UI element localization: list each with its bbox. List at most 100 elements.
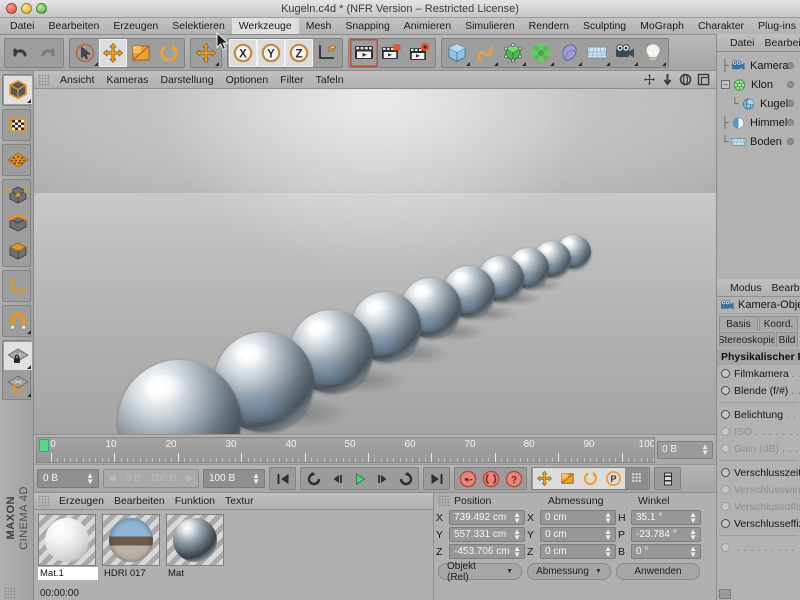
step-forward-button[interactable] xyxy=(371,468,394,489)
checkbox-belichtung[interactable] xyxy=(721,410,730,419)
property-filmkamera[interactable]: Filmkamera . . . . . . . xyxy=(717,365,800,382)
menu-mograph[interactable]: MoGraph xyxy=(633,18,691,34)
object-visibility-dot[interactable] xyxy=(787,81,794,88)
lock-workplane-button[interactable] xyxy=(4,342,32,370)
object-visibility-dot[interactable] xyxy=(787,138,794,145)
checkbox-blende[interactable] xyxy=(721,386,730,395)
material-name[interactable]: Mat xyxy=(166,567,226,580)
object-row-kugel[interactable]: └ Kugel xyxy=(717,94,800,113)
camera-button[interactable] xyxy=(611,39,639,67)
object-visibility-dot[interactable] xyxy=(787,100,794,107)
lock-y-axis-button[interactable]: Y xyxy=(257,38,285,67)
rotation-key-button[interactable] xyxy=(579,468,602,489)
scale-tool-button[interactable] xyxy=(127,39,155,67)
hypernurbs-button[interactable] xyxy=(499,39,527,67)
position-key-button[interactable] xyxy=(533,468,556,489)
keyframe-selection-button[interactable]: ? xyxy=(502,468,525,489)
menu-simulieren[interactable]: Simulieren xyxy=(458,18,522,34)
viewport-menu-filter[interactable]: Filter xyxy=(274,71,309,88)
object-row-klon[interactable]: − Klon xyxy=(717,75,800,94)
objmgr-menu-bearbeiten[interactable]: Bearbeiten xyxy=(760,37,800,49)
object-row-himmel[interactable]: ├ Himmel xyxy=(717,113,800,132)
stepper-icon[interactable]: ▲ ▼ xyxy=(701,442,709,456)
viewport-menu-kameras[interactable]: Kameras xyxy=(100,71,154,88)
checkbox-verschlusszeit[interactable] xyxy=(721,468,730,477)
axis-mode-button[interactable] xyxy=(4,272,32,300)
menu-selektieren[interactable]: Selektieren xyxy=(165,18,232,34)
stepper-icon[interactable]: ▲ ▼ xyxy=(252,472,260,486)
material-item-mat[interactable]: Mat xyxy=(166,514,226,580)
enable-snapping-button[interactable] xyxy=(4,307,32,335)
coord-field-rot-b[interactable]: 0 ° ▲ ▼ xyxy=(631,544,701,559)
workplane-rotate-button[interactable] xyxy=(4,370,32,398)
light-button[interactable] xyxy=(639,39,667,67)
dolly-view-button[interactable] xyxy=(660,72,675,87)
timeline-ruler[interactable]: 0 10 20 30 40 50 60 70 80 90 100 xyxy=(36,436,655,463)
menu-charakter[interactable]: Charakter xyxy=(691,18,751,34)
viewport-menu-tafeln[interactable]: Tafeln xyxy=(310,71,350,88)
deformer-button[interactable] xyxy=(555,39,583,67)
viewport-grip-icon[interactable] xyxy=(38,73,50,86)
object-visibility-dot[interactable] xyxy=(787,62,794,69)
dynamic-place-button[interactable] xyxy=(192,39,220,67)
move-tool-button[interactable] xyxy=(99,38,127,67)
record-keyframe-button[interactable] xyxy=(456,468,479,489)
preview-range-field[interactable]: ◀ 0 B 100 B ▶ xyxy=(103,469,199,488)
matmgr-menu-bearbeiten[interactable]: Bearbeiten xyxy=(109,495,170,507)
apply-button[interactable]: Anwenden xyxy=(616,563,700,580)
timeline-side-field[interactable]: 0 B ▲ ▼ xyxy=(657,440,713,459)
stepper-icon[interactable]: ▲ ▼ xyxy=(604,528,612,542)
go-to-end-button[interactable] xyxy=(425,468,448,489)
coord-field-size-x[interactable]: 0 cm ▲ ▼ xyxy=(540,510,616,525)
previous-key-button[interactable] xyxy=(302,468,325,489)
polygons-mode-button[interactable] xyxy=(4,237,32,265)
tab-basis[interactable]: Basis xyxy=(719,316,758,331)
range-left-arrow-icon[interactable]: ◀ xyxy=(108,473,116,484)
render-view-button[interactable] xyxy=(350,39,378,67)
tab-bild[interactable]: Bild xyxy=(776,332,798,347)
matmgr-menu-erzeugen[interactable]: Erzeugen xyxy=(54,495,109,507)
coord-field-pos-x[interactable]: 739.492 cm ▲ ▼ xyxy=(449,510,525,525)
menu-datei[interactable]: Datei xyxy=(3,18,42,34)
stepper-icon[interactable]: ▲ ▼ xyxy=(689,545,697,559)
spline-button[interactable] xyxy=(471,39,499,67)
menu-mesh[interactable]: Mesh xyxy=(299,18,339,34)
tab-stereoskopie[interactable]: Stereoskopie xyxy=(719,332,775,347)
checkbox-verschlusseffizienz[interactable] xyxy=(721,519,730,528)
cube-primitive-button[interactable] xyxy=(443,39,471,67)
stepper-icon[interactable]: ▲ ▼ xyxy=(689,511,697,525)
range-right-arrow-icon[interactable]: ▶ xyxy=(186,473,194,484)
world-object-coord-button[interactable] xyxy=(313,39,341,67)
redo-button[interactable] xyxy=(34,39,62,67)
timeline-window-button[interactable] xyxy=(656,468,679,489)
property-verschlusseffizienz[interactable]: Verschlusseffizienz xyxy=(717,515,800,532)
stepper-icon[interactable]: ▲ ▼ xyxy=(604,545,612,559)
pan-view-button[interactable] xyxy=(642,72,657,87)
property-verschlusszeit[interactable]: Verschlusszeit (s) xyxy=(717,464,800,481)
object-row-kamera[interactable]: ├ Kamera xyxy=(717,56,800,75)
material-preview[interactable] xyxy=(102,514,160,566)
parameter-key-button[interactable]: P xyxy=(602,468,625,489)
material-item-hdri[interactable]: HDRI 017 xyxy=(102,514,162,580)
attrmgr-menu-modus[interactable]: Modus xyxy=(725,282,767,294)
autokeying-button[interactable] xyxy=(479,468,502,489)
menu-sculpting[interactable]: Sculpting xyxy=(576,18,633,34)
coord-field-pos-y[interactable]: 557.331 cm ▲ ▼ xyxy=(449,527,525,542)
objmgr-menu-datei[interactable]: Datei xyxy=(725,37,760,49)
coord-field-rot-h[interactable]: 35.1 ° ▲ ▼ xyxy=(631,510,701,525)
attribute-hscroll-thumb[interactable] xyxy=(719,589,731,599)
scale-key-button[interactable] xyxy=(556,468,579,489)
rotate-tool-button[interactable] xyxy=(155,39,183,67)
menu-werkzeuge[interactable]: Werkzeuge xyxy=(231,18,299,34)
coord-system-dropdown[interactable]: Objekt (Rel) ▼ xyxy=(438,561,522,583)
point-level-animation-button[interactable] xyxy=(625,468,648,489)
lock-x-axis-button[interactable]: X xyxy=(229,38,257,67)
polygon-points-button[interactable] xyxy=(4,146,32,174)
stepper-icon[interactable]: ▲ ▼ xyxy=(513,545,521,559)
current-frame-field[interactable]: 0 B ▲ ▼ xyxy=(37,469,99,488)
viewport-menu-ansicht[interactable]: Ansicht xyxy=(54,71,100,88)
menu-erzeugen[interactable]: Erzeugen xyxy=(106,18,165,34)
lock-z-axis-button[interactable]: Z xyxy=(285,38,313,67)
render-settings-button[interactable] xyxy=(406,39,434,67)
points-mode-button[interactable] xyxy=(4,181,32,209)
